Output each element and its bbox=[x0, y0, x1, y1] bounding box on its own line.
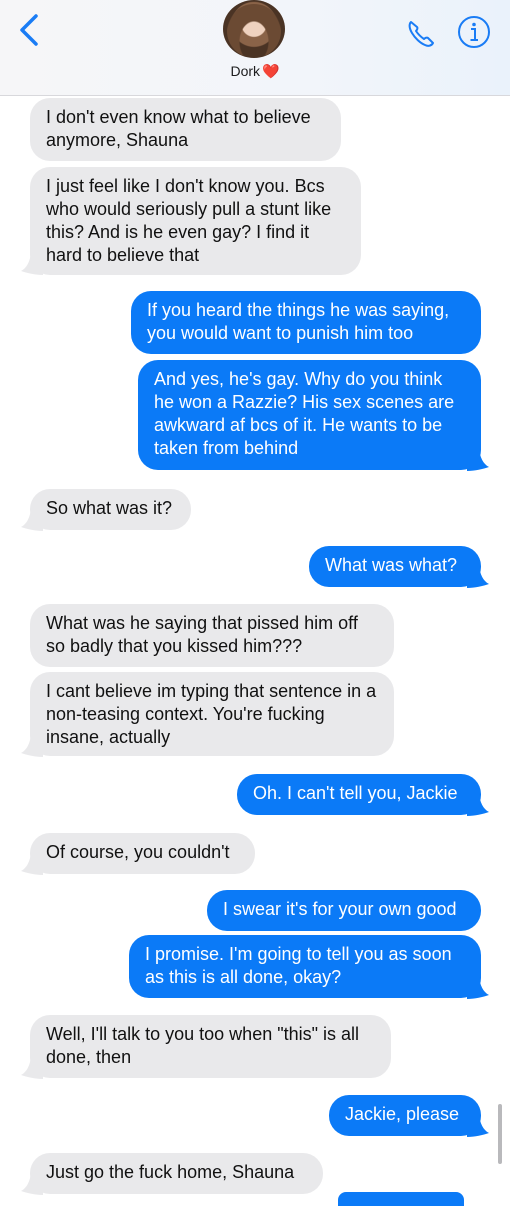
message-sent[interactable]: If you heard the things he was saying, y… bbox=[131, 291, 481, 354]
message-received[interactable]: Just go the fuck home, Shauna bbox=[30, 1153, 323, 1194]
next-message-peek bbox=[338, 1192, 464, 1206]
call-button[interactable] bbox=[403, 16, 439, 52]
message-received[interactable]: What was he saying that pissed him off s… bbox=[30, 604, 394, 667]
bubble-tail bbox=[21, 1057, 43, 1079]
bubble-tail bbox=[21, 1173, 43, 1195]
bubble-tail bbox=[21, 735, 43, 757]
message-sent[interactable]: And yes, he's gay. Why do you think he w… bbox=[138, 360, 481, 470]
message-sent[interactable]: What was what? bbox=[309, 546, 481, 587]
info-icon bbox=[458, 16, 490, 48]
bubble-tail bbox=[467, 794, 489, 816]
message-received[interactable]: I just feel like I don't know you. Bcs w… bbox=[30, 167, 361, 275]
bubble-tail bbox=[467, 1115, 489, 1137]
bubble-tail bbox=[467, 566, 489, 588]
bubble-tail bbox=[467, 977, 489, 999]
message-received[interactable]: I cant believe im typing that sentence i… bbox=[30, 672, 394, 756]
info-button[interactable] bbox=[456, 14, 492, 50]
message-sent[interactable]: I swear it's for your own good bbox=[207, 890, 481, 931]
bubble-tail bbox=[21, 509, 43, 531]
avatar[interactable] bbox=[223, 0, 285, 58]
back-button[interactable] bbox=[14, 10, 50, 50]
message-sent[interactable]: I promise. I'm going to tell you as soon… bbox=[129, 935, 481, 998]
message-sent[interactable]: Jackie, please bbox=[329, 1095, 481, 1136]
conversation-header: Dork ❤️ bbox=[0, 0, 510, 96]
message-received[interactable]: Of course, you couldn't bbox=[30, 833, 255, 874]
message-received[interactable]: Well, I'll talk to you too when "this" i… bbox=[30, 1015, 391, 1078]
phone-icon bbox=[408, 21, 434, 47]
bubble-tail bbox=[21, 253, 43, 275]
contact-name-label: Dork bbox=[230, 63, 261, 79]
contact-name[interactable]: Dork ❤️ bbox=[0, 63, 510, 80]
chevron-left-icon bbox=[20, 14, 38, 46]
message-sent[interactable]: Oh. I can't tell you, Jackie bbox=[237, 774, 481, 815]
scrollbar[interactable] bbox=[498, 1104, 502, 1164]
heart-icon: ❤️ bbox=[262, 63, 280, 79]
message-received[interactable]: I don't even know what to believe anymor… bbox=[30, 98, 341, 161]
bubble-tail bbox=[467, 449, 489, 471]
bubble-tail bbox=[21, 853, 43, 875]
message-received[interactable]: So what was it? bbox=[30, 489, 191, 530]
